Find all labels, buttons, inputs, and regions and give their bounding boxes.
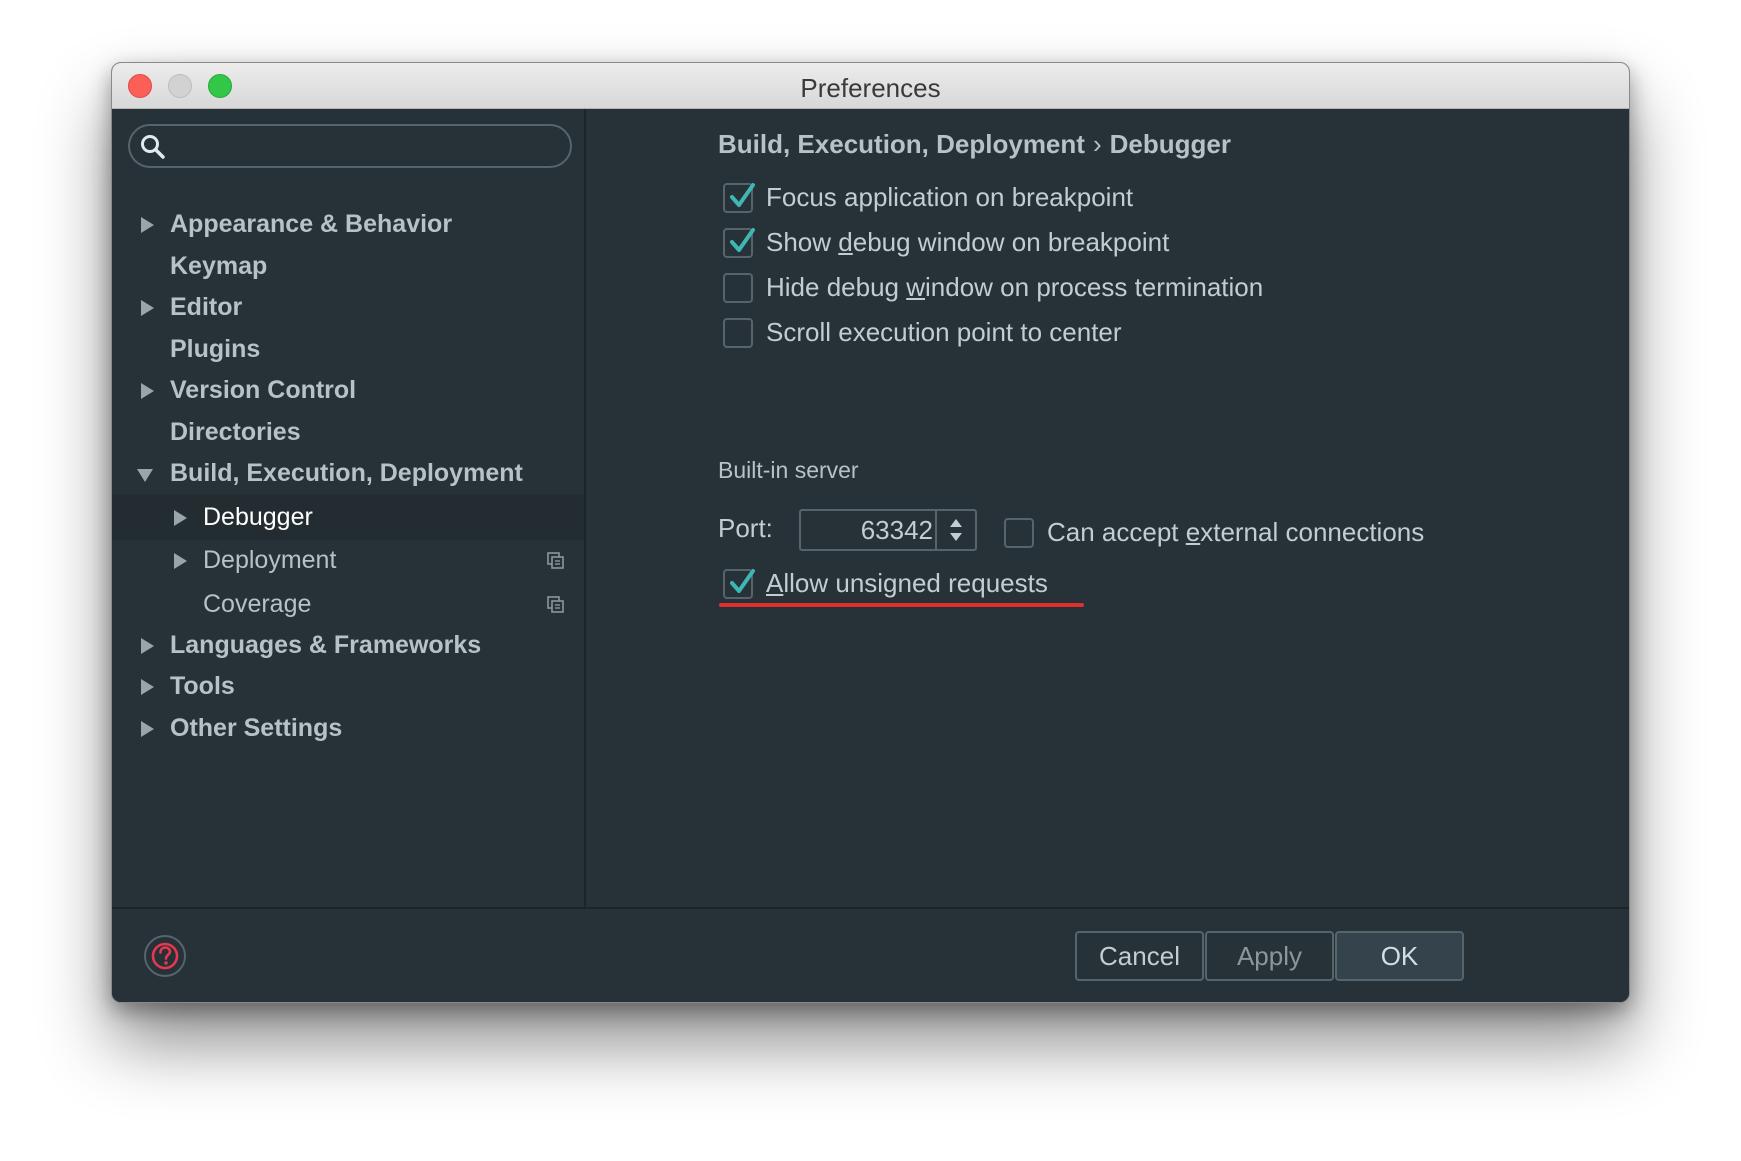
sidebar-item-keymap[interactable]: Keymap xyxy=(112,243,584,289)
breadcrumb: Build, Execution, Deployment › Debugger xyxy=(718,129,1231,160)
breadcrumb-parent: Build, Execution, Deployment xyxy=(718,129,1085,159)
scroll-exec-label: Scroll execution point to center xyxy=(766,317,1122,347)
dialog-footer: Cancel Apply OK xyxy=(112,907,1629,1002)
collapse-arrow-icon[interactable] xyxy=(137,469,153,482)
port-label: Port: xyxy=(718,513,773,543)
hide-debug-label-pre: Hide debug xyxy=(766,272,907,302)
title-bar: Preferences xyxy=(112,63,1629,109)
hide-debug-mnemonic: w xyxy=(906,272,926,302)
sidebar-item-label: Directories xyxy=(170,418,301,446)
expand-arrow-icon[interactable] xyxy=(141,300,154,316)
hide-debug-checkbox[interactable] xyxy=(723,273,753,303)
search-input[interactable] xyxy=(174,132,554,162)
preferences-window: Preferences Appearance & Behavior Keymap… xyxy=(111,62,1630,1003)
sidebar-item-label: Keymap xyxy=(170,252,268,280)
project-settings-copy-icon xyxy=(547,596,564,613)
unsigned-requests-checkbox[interactable] xyxy=(723,569,755,599)
show-debug-label-pre: Show xyxy=(766,227,839,257)
expand-arrow-icon[interactable] xyxy=(141,383,154,399)
sidebar-item-build-execution-deployment[interactable]: Build, Execution, Deployment xyxy=(112,450,584,496)
sidebar-item-directories[interactable]: Directories xyxy=(112,409,584,455)
sidebar-item-other-settings[interactable]: Other Settings xyxy=(112,705,584,751)
cancel-button[interactable]: Cancel xyxy=(1075,931,1204,981)
show-debug-label: Show debug window on breakpoint xyxy=(766,222,1169,262)
sidebar-item-label: Version Control xyxy=(170,376,357,404)
sidebar-item-deployment[interactable]: Deployment xyxy=(112,537,584,583)
port-spinner[interactable] xyxy=(935,511,975,549)
expand-arrow-icon[interactable] xyxy=(141,217,154,233)
external-label-post: xternal connections xyxy=(1200,517,1425,547)
scroll-exec-checkbox[interactable] xyxy=(723,318,753,348)
sidebar-item-languages-frameworks[interactable]: Languages & Frameworks xyxy=(112,622,584,668)
breadcrumb-current: Debugger xyxy=(1109,129,1231,159)
sidebar-item-label: Other Settings xyxy=(170,714,343,742)
window-title: Preferences xyxy=(800,73,941,103)
sidebar-item-debugger[interactable]: Debugger xyxy=(112,494,584,540)
external-connections-checkbox[interactable] xyxy=(1004,518,1034,548)
sidebar-item-label: Build, Execution, Deployment xyxy=(170,459,523,487)
sidebar-item-editor[interactable]: Editor xyxy=(112,284,584,330)
breadcrumb-separator: › xyxy=(1092,129,1102,159)
expand-arrow-icon[interactable] xyxy=(174,510,187,526)
unsigned-mnemonic: A xyxy=(766,568,784,598)
sidebar-item-coverage[interactable]: Coverage xyxy=(112,581,584,627)
search-icon xyxy=(141,135,165,159)
external-mnemonic: e xyxy=(1185,517,1201,547)
check-mark-icon xyxy=(730,183,755,207)
search-box[interactable] xyxy=(128,124,572,168)
hide-debug-label: Hide debug window on process termination xyxy=(766,267,1263,307)
sidebar-item-label: Coverage xyxy=(203,590,312,618)
show-debug-mnemonic: d xyxy=(838,227,853,257)
sidebar-item-label: Appearance & Behavior xyxy=(170,210,453,238)
expand-arrow-icon[interactable] xyxy=(141,638,154,654)
sidebar-item-appearance-behavior[interactable]: Appearance & Behavior xyxy=(112,201,584,247)
sidebar-item-label: Languages & Frameworks xyxy=(170,631,482,659)
check-mark-icon xyxy=(730,569,755,593)
show-debug-checkbox[interactable] xyxy=(723,228,755,258)
unsigned-requests-label: Allow unsigned requests xyxy=(766,563,1048,603)
builtin-server-heading: Built-in server xyxy=(718,457,859,483)
focus-app-label: Focus application on breakpoint xyxy=(766,182,1134,212)
check-mark-icon xyxy=(730,228,755,252)
show-debug-label-post: ebug window on breakpoint xyxy=(852,227,1170,257)
external-label-pre: Can accept xyxy=(1047,517,1186,547)
sidebar-item-label: Editor xyxy=(170,293,243,321)
port-value[interactable]: 63342 xyxy=(801,515,933,546)
highlight-underline xyxy=(719,603,1084,607)
unsigned-label-post: llow unsigned requests xyxy=(783,568,1048,598)
sidebar-item-label: Deployment xyxy=(203,546,337,574)
settings-content: Build, Execution, Deployment › Debugger Fo… xyxy=(588,109,1629,907)
sidebar-item-tools[interactable]: Tools xyxy=(112,663,584,709)
ok-button[interactable]: OK xyxy=(1335,931,1464,981)
expand-arrow-icon[interactable] xyxy=(141,679,154,695)
spinner-arrows-icon[interactable] xyxy=(937,511,975,549)
focus-app-checkbox[interactable] xyxy=(723,183,755,213)
sidebar-item-label: Tools xyxy=(170,672,235,700)
sidebar-item-label: Debugger xyxy=(203,503,313,531)
apply-button[interactable]: Apply xyxy=(1205,931,1334,981)
sidebar-item-version-control[interactable]: Version Control xyxy=(112,367,584,413)
sidebar-item-plugins[interactable]: Plugins xyxy=(112,326,584,372)
help-button[interactable] xyxy=(144,935,186,977)
project-settings-copy-icon xyxy=(547,552,564,569)
help-icon xyxy=(151,942,179,970)
hide-debug-label-post: indow on process termination xyxy=(925,272,1264,302)
sidebar-item-label: Plugins xyxy=(170,335,261,363)
settings-sidebar: Appearance & Behavior Keymap Editor Plug… xyxy=(112,109,586,907)
external-connections-label: Can accept external connections xyxy=(1047,512,1424,552)
expand-arrow-icon[interactable] xyxy=(174,553,187,569)
port-stepper[interactable]: 63342 xyxy=(799,509,977,551)
expand-arrow-icon[interactable] xyxy=(141,721,154,737)
